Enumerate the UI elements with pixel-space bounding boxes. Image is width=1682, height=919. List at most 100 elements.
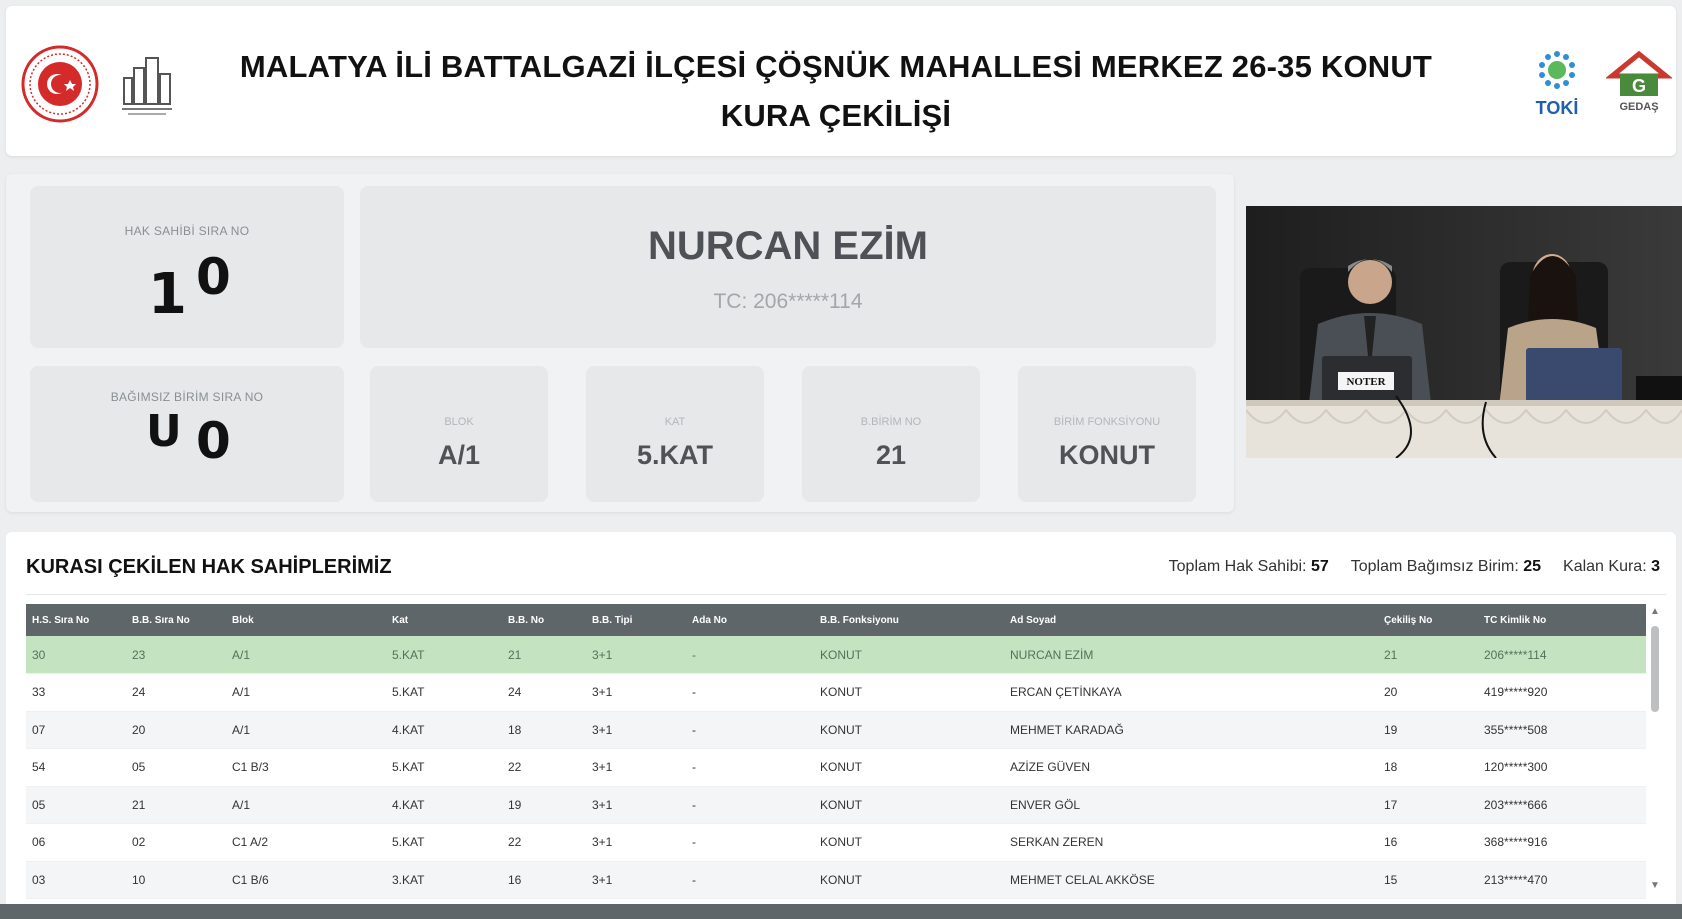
table-cell: 3+1 xyxy=(586,673,686,712)
table-cell: A/1 xyxy=(226,673,386,712)
table-cell: 3+1 xyxy=(586,748,686,787)
table-cell: 20 xyxy=(126,711,226,749)
table-cell: 07 xyxy=(26,711,126,749)
table-cell: 21 xyxy=(502,636,586,674)
table-cell: - xyxy=(686,786,814,824)
column-header[interactable]: Kat xyxy=(386,604,502,636)
detail-label-birim-no: B.BİRİM NO xyxy=(860,416,922,428)
building-logo-icon xyxy=(118,48,176,120)
table-cell: - xyxy=(686,636,814,674)
svg-text:GEDAŞ: GEDAŞ xyxy=(1619,101,1658,113)
detail-card-birim-fonksiyonu: BİRİM FONKSİYONU KONUT xyxy=(1018,366,1196,502)
table-cell: KONUT xyxy=(814,711,1004,749)
stat-toplam-bagimsiz-birim: Toplam Bağımsız Birim: 25 xyxy=(1350,558,1542,575)
table-cell: 120*****300 xyxy=(1478,748,1646,787)
results-section: KURASI ÇEKİLEN HAK SAHİPLERİMİZ Toplam H… xyxy=(6,532,1676,904)
table-cell: 10 xyxy=(126,861,226,899)
table-cell: - xyxy=(686,711,814,749)
table-cell: SERKAN ZEREN xyxy=(1004,823,1378,862)
toki-logo-icon: TOKİ xyxy=(1526,46,1588,120)
table-cell: ERCAN ÇETİNKAYA xyxy=(1004,673,1378,712)
table-row-current[interactable]: 30 23 A/1 5.KAT 21 3+1 - KONUT NURCAN EZ… xyxy=(26,636,1646,674)
column-header[interactable]: B.B. No xyxy=(502,604,586,636)
table-cell: 21 xyxy=(1378,636,1478,674)
table-cell: C1 B/6 xyxy=(226,861,386,899)
table-cell: 3+1 xyxy=(586,786,686,824)
table-cell: ENVER GÖL xyxy=(1004,786,1378,824)
stat-kalan-kura: Kalan Kura: 3 xyxy=(1563,558,1660,575)
table-cell: 23 xyxy=(126,636,226,674)
table-cell: 22 xyxy=(502,823,586,862)
table-row[interactable]: 05 21 A/1 4.KAT 19 3+1 - KONUT ENVER GÖL… xyxy=(26,786,1646,824)
header-bar: MALATYA İLİ BATTALGAZİ İLÇESİ ÇÖŞNÜK MAH… xyxy=(6,6,1676,156)
table-cell: 06 xyxy=(26,823,126,862)
detail-label-kat: KAT xyxy=(664,416,686,428)
table-cell: 203*****666 xyxy=(1478,786,1646,824)
table-cell: 4.KAT xyxy=(386,786,502,824)
draw-stats: Toplam Hak Sahibi: 57 Toplam Bağımsız Bi… xyxy=(1169,558,1660,576)
table-cell: 3+1 xyxy=(586,711,686,749)
table-cell: - xyxy=(686,748,814,787)
table-cell: 18 xyxy=(502,711,586,749)
table-cell: 20 xyxy=(1378,673,1478,712)
table-row[interactable]: 54 05 C1 B/3 5.KAT 22 3+1 - KONUT AZİZE … xyxy=(26,748,1646,787)
table-cell: A/1 xyxy=(226,711,386,749)
scroll-down-icon[interactable]: ▼ xyxy=(1648,880,1662,894)
svg-text:TOKİ: TOKİ xyxy=(1536,98,1579,118)
table-cell: NURCAN EZİM xyxy=(1004,636,1378,674)
table-cell: KONUT xyxy=(814,636,1004,674)
bagimsiz-birim-label: BAĞIMSIZ BİRİM SIRA NO xyxy=(110,390,264,404)
column-header[interactable]: Çekiliş No xyxy=(1378,604,1478,636)
table-cell: 206*****114 xyxy=(1478,636,1646,674)
table-cell: 3+1 xyxy=(586,861,686,899)
table-cell: 21 xyxy=(126,786,226,824)
table-row[interactable]: 07 20 A/1 4.KAT 18 3+1 - KONUT MEHMET KA… xyxy=(26,711,1646,749)
table-cell: 16 xyxy=(1378,823,1478,862)
table-cell: A/1 xyxy=(226,786,386,824)
table-row[interactable]: 03 10 C1 B/6 3.KAT 16 3+1 - KONUT MEHMET… xyxy=(26,861,1646,899)
table-cell: 03 xyxy=(26,861,126,899)
bagimsiz-birim-digit-1: U xyxy=(146,406,182,457)
column-header[interactable]: Ad Soyad xyxy=(1004,604,1378,636)
hak-sahibi-digit-1: 1 xyxy=(148,262,187,327)
table-cell: KONUT xyxy=(814,673,1004,712)
table-cell: KONUT xyxy=(814,786,1004,824)
detail-card-blok: BLOK A/1 xyxy=(370,366,548,502)
table-cell: AZİZE GÜVEN xyxy=(1004,748,1378,787)
detail-value-kat: 5.KAT xyxy=(636,440,713,470)
gedas-logo-icon: G GEDAŞ xyxy=(1604,46,1674,118)
table-cell: 213*****470 xyxy=(1478,861,1646,899)
table-cell: 5.KAT xyxy=(386,748,502,787)
table-row[interactable]: 33 24 A/1 5.KAT 24 3+1 - KONUT ERCAN ÇET… xyxy=(26,673,1646,712)
table-cell: A/1 xyxy=(226,636,386,674)
detail-label-birim-fonksiyonu: BİRİM FONKSİYONU xyxy=(1053,416,1161,428)
table-cell: - xyxy=(686,823,814,862)
detail-value-birim-no: 21 xyxy=(875,440,907,470)
column-header[interactable]: TC Kimlik No xyxy=(1478,604,1646,636)
column-header[interactable]: B.B. Tipi xyxy=(586,604,686,636)
table-scrollbar[interactable]: ▲ ▼ xyxy=(1648,604,1662,896)
table-cell: 3.KAT xyxy=(386,861,502,899)
bottom-bar xyxy=(0,904,1682,919)
detail-value-birim-fonksiyonu: KONUT xyxy=(1059,440,1155,470)
column-header[interactable]: H.S. Sıra No xyxy=(26,604,126,636)
table-cell: 3+1 xyxy=(586,636,686,674)
table-cell: C1 A/2 xyxy=(226,823,386,862)
stat-toplam-hak-sahibi: Toplam Hak Sahibi: 57 xyxy=(1168,558,1329,575)
column-header[interactable]: B.B. Sıra No xyxy=(126,604,226,636)
column-header[interactable]: Ada No xyxy=(686,604,814,636)
column-header[interactable]: B.B. Fonksiyonu xyxy=(814,604,1004,636)
table-cell: 355*****508 xyxy=(1478,711,1646,749)
table-cell: 19 xyxy=(502,786,586,824)
detail-label-blok: BLOK xyxy=(444,416,474,428)
scroll-up-icon[interactable]: ▲ xyxy=(1648,606,1662,620)
draw-panel: HAK SAHİBİ SIRA NO 1 0 NURCAN EZİM TC: 2… xyxy=(6,174,1234,512)
table-cell: 5.KAT xyxy=(386,673,502,712)
column-header[interactable]: Blok xyxy=(226,604,386,636)
table-cell: 24 xyxy=(126,673,226,712)
bagimsiz-birim-card: BAĞIMSIZ BİRİM SIRA NO U 0 xyxy=(30,366,344,502)
results-table: H.S. Sıra No B.B. Sıra No Blok Kat B.B. … xyxy=(26,604,1646,899)
table-row[interactable]: 06 02 C1 A/2 5.KAT 22 3+1 - KONUT SERKAN… xyxy=(26,823,1646,862)
scroll-thumb[interactable] xyxy=(1651,626,1659,712)
table-header-row: H.S. Sıra No B.B. Sıra No Blok Kat B.B. … xyxy=(26,604,1646,636)
